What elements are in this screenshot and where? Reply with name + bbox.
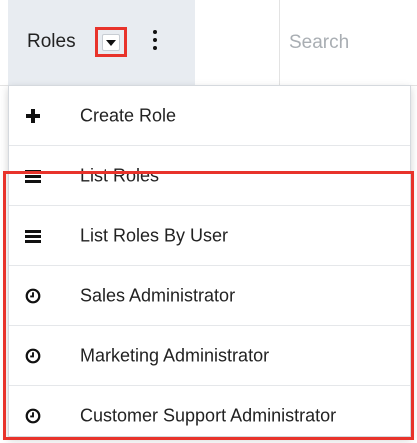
menu-item-label: Customer Support Administrator xyxy=(80,405,337,426)
clock-icon xyxy=(25,288,41,303)
menu-item-label: Sales Administrator xyxy=(80,285,236,305)
recent-item-marketing-administrator[interactable]: Marketing Administrator xyxy=(9,326,410,386)
list-icon xyxy=(25,168,41,184)
menu-item-list-roles[interactable]: List Roles xyxy=(9,146,410,206)
clock-icon xyxy=(25,408,41,424)
page: Roles Search Create Role List Roles List… xyxy=(0,0,417,443)
roles-dropdown-menu: Create Role List Roles List Roles By Use… xyxy=(8,85,411,437)
menu-item-label: Create Role xyxy=(80,105,177,125)
list-icon xyxy=(25,228,41,244)
plus-icon xyxy=(25,108,41,124)
caret-down-icon xyxy=(106,39,116,46)
recent-item-customer-support-administrator[interactable]: Customer Support Administrator xyxy=(9,386,410,443)
menu-item-label: List Roles xyxy=(80,165,160,185)
roles-tab-label[interactable]: Roles xyxy=(27,31,76,53)
search-divider xyxy=(279,0,280,85)
roles-dropdown-toggle-button[interactable] xyxy=(95,27,127,57)
more-options-kebab-icon[interactable] xyxy=(152,30,158,50)
top-navigation-bar: Roles Search xyxy=(0,0,417,86)
search-input[interactable]: Search xyxy=(289,32,349,54)
clock-icon xyxy=(25,348,41,363)
caret-box xyxy=(102,33,120,51)
menu-item-create-role[interactable]: Create Role xyxy=(9,86,410,146)
menu-item-list-roles-by-user[interactable]: List Roles By User xyxy=(9,206,410,266)
roles-module-tab[interactable]: Roles xyxy=(8,0,195,85)
recent-item-sales-administrator[interactable]: Sales Administrator xyxy=(9,266,410,326)
menu-item-label: List Roles By User xyxy=(80,225,229,245)
menu-item-label: Marketing Administrator xyxy=(80,345,270,365)
